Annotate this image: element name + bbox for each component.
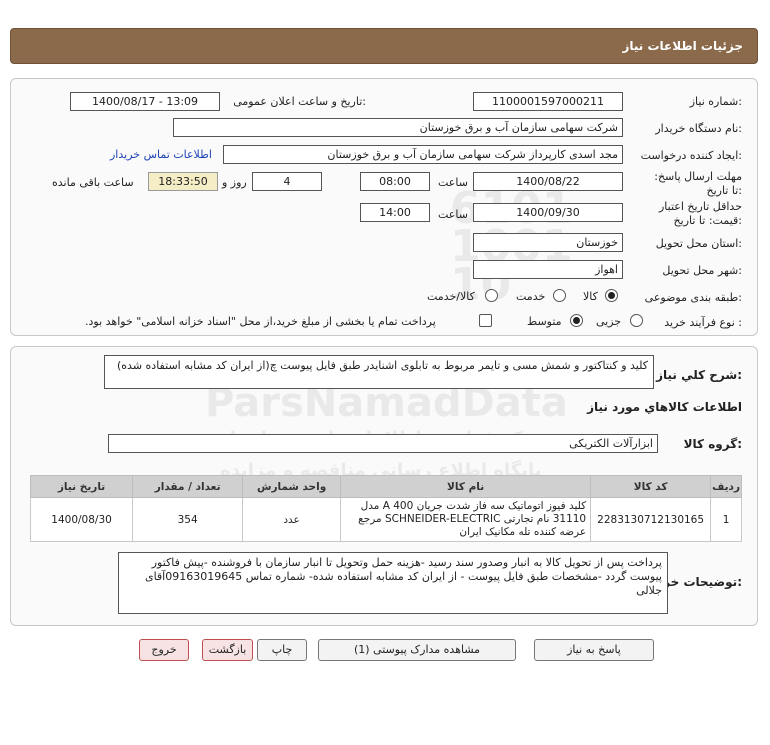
payment-note: پرداخت تمام یا بخشی از مبلغ خرید،از محل … (85, 315, 436, 328)
announce-label: تاریخ و ساعت اعلان عمومی: (233, 95, 366, 108)
buyer-org-label: نام دستگاه خریدار: (655, 122, 742, 135)
back-button[interactable]: بازگشت (202, 639, 253, 661)
need-number-label: شماره نیاز: (689, 95, 742, 108)
buyer-org-field: شرکت سهامی سازمان آب و برق خوزستان (173, 118, 623, 137)
table-row[interactable]: 1 2283130712130165 کلید فیوز اتوماتیک سه… (29, 497, 742, 542)
category-radio-goods[interactable] (605, 289, 618, 302)
cell-qty: 354 (132, 497, 244, 542)
col-date: تاریخ نیاز (29, 475, 134, 498)
deadline-time-label: ساعت (438, 176, 468, 189)
page-title: جزئیات اطلاعات نیاز (622, 39, 743, 53)
treasury-checkbox[interactable] (479, 314, 492, 327)
announce-field: 1400/08/17 - 13:09 (70, 92, 220, 111)
process-label: نوع فرآیند خرید : (664, 316, 742, 329)
category-option-goods: کالا (583, 290, 598, 303)
process-option-medium: متوسط (527, 315, 562, 328)
province-field: خوزستان (473, 233, 623, 252)
summary-textarea: کلید و کنتاکتور و شمش مسی و تایمر مربوط … (104, 355, 654, 389)
summary-label: شرح کلي نياز: (656, 368, 742, 382)
cell-row: 1 (710, 497, 742, 542)
deadline-date-field: 1400/08/22 (473, 172, 623, 191)
buyer-notes-textarea: پرداخت پس از تحویل کالا به انبار وصدور س… (118, 552, 668, 614)
deadline-time-field: 08:00 (360, 172, 430, 191)
validity-time-field: 14:00 (360, 203, 430, 222)
remaining-time-field: 18:33:50 (148, 172, 218, 191)
validity-time-label: ساعت (438, 208, 468, 221)
city-label: شهر محل تحویل: (662, 264, 742, 277)
cell-name: کلید فیوز اتوماتیک سه فاز شدت جریان 400 … (340, 497, 592, 542)
province-label: استان محل تحویل: (655, 237, 742, 250)
validity-label: حداقل تاریخ اعتبار قیمت: تا تاریخ: (658, 200, 742, 227)
contact-info-link[interactable]: اطلاعات تماس خریدار (110, 148, 212, 161)
requester-field: مجد اسدی کارپرداز شرکت سهامی سازمان آب و… (223, 145, 623, 164)
col-qty: تعداد / مقدار (132, 475, 244, 498)
col-row: ردیف (710, 475, 742, 498)
process-option-minor: جزیی (596, 315, 622, 328)
category-option-both: کالا/خدمت (427, 290, 475, 303)
print-button[interactable]: چاپ (257, 639, 307, 661)
validity-date-field: 1400/09/30 (473, 203, 623, 222)
col-unit: واحد شمارش (242, 475, 342, 498)
cell-date: 1400/08/30 (29, 497, 134, 542)
goods-group-label: گروه کالا: (683, 437, 742, 451)
city-field: اهواز (473, 260, 623, 279)
goods-group-field: ابزارآلات الکتریکی (108, 434, 658, 453)
process-radio-minor[interactable] (630, 314, 643, 327)
exit-button[interactable]: خروج (139, 639, 189, 661)
cell-unit: عدد (242, 497, 342, 542)
page-header: جزئیات اطلاعات نیاز (10, 28, 758, 64)
category-option-service: خدمت (516, 290, 546, 303)
days-label: روز و (222, 176, 247, 189)
requester-label: ایجاد کننده درخواست: (640, 149, 742, 162)
attachments-button[interactable]: مشاهده مدارک پیوستی (1) (318, 639, 516, 661)
deadline-label: مهلت ارسال پاسخ: تا تاریخ: (654, 170, 742, 197)
remaining-label: ساعت باقی مانده (52, 176, 134, 189)
category-label: طبقه بندی موضوعی: (644, 291, 742, 304)
category-radio-service[interactable] (553, 289, 566, 302)
need-number-field: 1100001597000211 (473, 92, 623, 111)
col-code: کد کالا (590, 475, 712, 498)
reply-button[interactable]: پاسخ به نیاز (534, 639, 654, 661)
process-radio-medium[interactable] (570, 314, 583, 327)
table-header-row: ردیف کد کالا نام کالا واحد شمارش تعداد /… (29, 475, 742, 498)
goods-table: ردیف کد کالا نام کالا واحد شمارش تعداد /… (29, 475, 742, 542)
goods-info-title: اطلاعات کالاهاي مورد نياز (587, 400, 742, 414)
col-name: نام کالا (340, 475, 592, 498)
days-field: 4 (252, 172, 322, 191)
category-radio-both[interactable] (485, 289, 498, 302)
cell-code: 2283130712130165 (590, 497, 712, 542)
